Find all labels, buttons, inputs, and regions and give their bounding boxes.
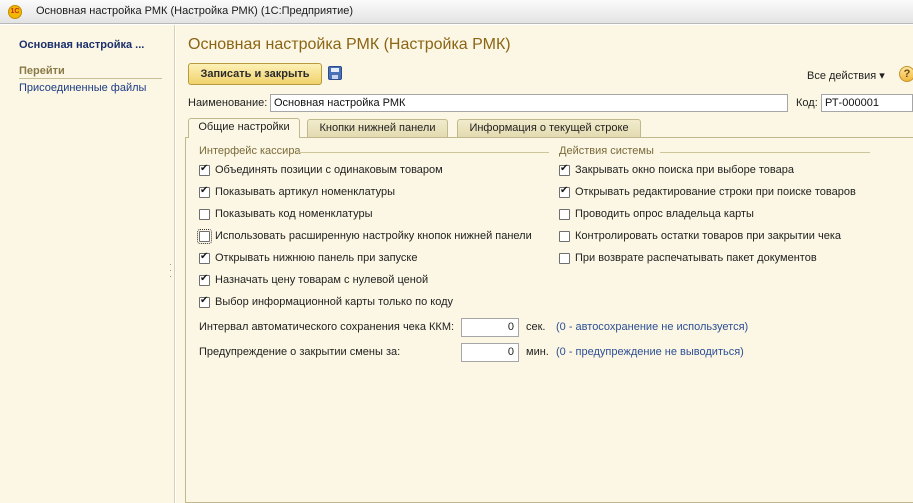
checkbox-label: Проводить опрос владельца карты: [575, 208, 754, 220]
group-divider: [660, 152, 870, 153]
app-logo-icon: 1С: [8, 5, 22, 19]
autosave-interval-label: Интервал автоматического сохранения чека…: [199, 321, 455, 333]
window-titlebar: 1С Основная настройка РМК (Настройка РМК…: [0, 0, 913, 24]
checkbox-close-search-on-select[interactable]: [559, 163, 570, 176]
tab-panel-general: Интерфейс кассира Объединять позиции с о…: [185, 137, 913, 503]
window-title: Основная настройка РМК (Настройка РМК) (…: [36, 5, 354, 17]
checkbox-label: Использовать расширенную настройку кнопо…: [215, 230, 532, 242]
all-actions-menu[interactable]: Все действия ▾: [807, 69, 885, 82]
checkbox-label: Показывать код номенклатуры: [215, 208, 373, 220]
nav-link-attached-files[interactable]: Присоединенные файлы: [19, 82, 146, 94]
checkbox-show-article[interactable]: [199, 185, 210, 198]
form-header-title: Основная настройка РМК (Настройка РМК): [188, 36, 511, 53]
checkbox-print-docs-on-return[interactable]: [559, 253, 570, 264]
checkbox-label: Контролировать остатки товаров при закры…: [575, 230, 841, 242]
autosave-hint: (0 - автосохранение не используется): [556, 321, 749, 333]
checkbox-label: Открывать нижнюю панель при запуске: [215, 252, 418, 264]
group-title-cashier-interface: Интерфейс кассира: [199, 145, 301, 157]
checkbox-info-card-by-code[interactable]: [199, 295, 210, 308]
save-and-close-button[interactable]: Записать и закрыть: [188, 63, 322, 85]
shift-warning-field[interactable]: 0: [461, 343, 519, 362]
checkbox-control-stock-on-close[interactable]: [559, 231, 570, 242]
checkbox-label: Объединять позиции с одинаковым товаром: [215, 164, 443, 176]
save-floppy-icon[interactable]: [328, 66, 342, 80]
checkbox-open-row-edit-on-search[interactable]: [559, 185, 570, 198]
autosave-interval-field[interactable]: 0: [461, 318, 519, 337]
checkbox-show-code[interactable]: [199, 209, 210, 220]
checkbox-extended-bottom-panel[interactable]: [197, 229, 212, 244]
checkbox-assign-zero-price[interactable]: [199, 273, 210, 286]
name-field[interactable]: Основная настройка РМК: [270, 94, 788, 112]
checkbox-label: Назначать цену товарам с нулевой ценой: [215, 274, 429, 286]
shift-warning-unit: мин.: [526, 346, 549, 358]
autosave-unit: сек.: [526, 321, 546, 333]
checkbox-label: Закрывать окно поиска при выборе товара: [575, 164, 794, 176]
checkbox-label: Выбор информационной карты только по код…: [215, 296, 454, 308]
code-field[interactable]: РТ-000001: [821, 94, 913, 112]
nav-go-to-header: Перейти: [19, 65, 162, 79]
checkbox-label: Показывать артикул номенклатуры: [215, 186, 396, 198]
nav-current-form[interactable]: Основная настройка ...: [19, 39, 144, 51]
checkbox-merge-same-items[interactable]: [199, 163, 210, 176]
checkbox-label: Открывать редактирование строки при поис…: [575, 186, 856, 198]
group-title-system-actions: Действия системы: [559, 145, 654, 157]
tab-bottom-panel-buttons[interactable]: Кнопки нижней панели: [307, 119, 448, 137]
panel-resize-grip-icon[interactable]: · · ·: [169, 260, 172, 281]
left-navigation-panel: Основная настройка ... Перейти Присоедин…: [0, 25, 175, 503]
help-icon[interactable]: ?: [899, 66, 913, 82]
checkbox-poll-card-owner[interactable]: [559, 209, 570, 220]
shift-warning-label: Предупреждение о закрытии смены за:: [199, 346, 401, 358]
name-label: Наименование:: [188, 97, 268, 109]
checkbox-open-bottom-panel[interactable]: [199, 251, 210, 264]
shift-warning-hint: (0 - предупреждение не выводиться): [556, 346, 744, 358]
code-label: Код:: [796, 97, 818, 109]
tab-current-row-info[interactable]: Информация о текущей строке: [457, 119, 641, 137]
group-divider: [297, 152, 549, 153]
main-form: Основная настройка РМК (Настройка РМК) З…: [176, 25, 913, 503]
checkbox-label: При возврате распечатывать пакет докумен…: [575, 252, 817, 264]
tab-general-settings[interactable]: Общие настройки: [188, 118, 300, 138]
